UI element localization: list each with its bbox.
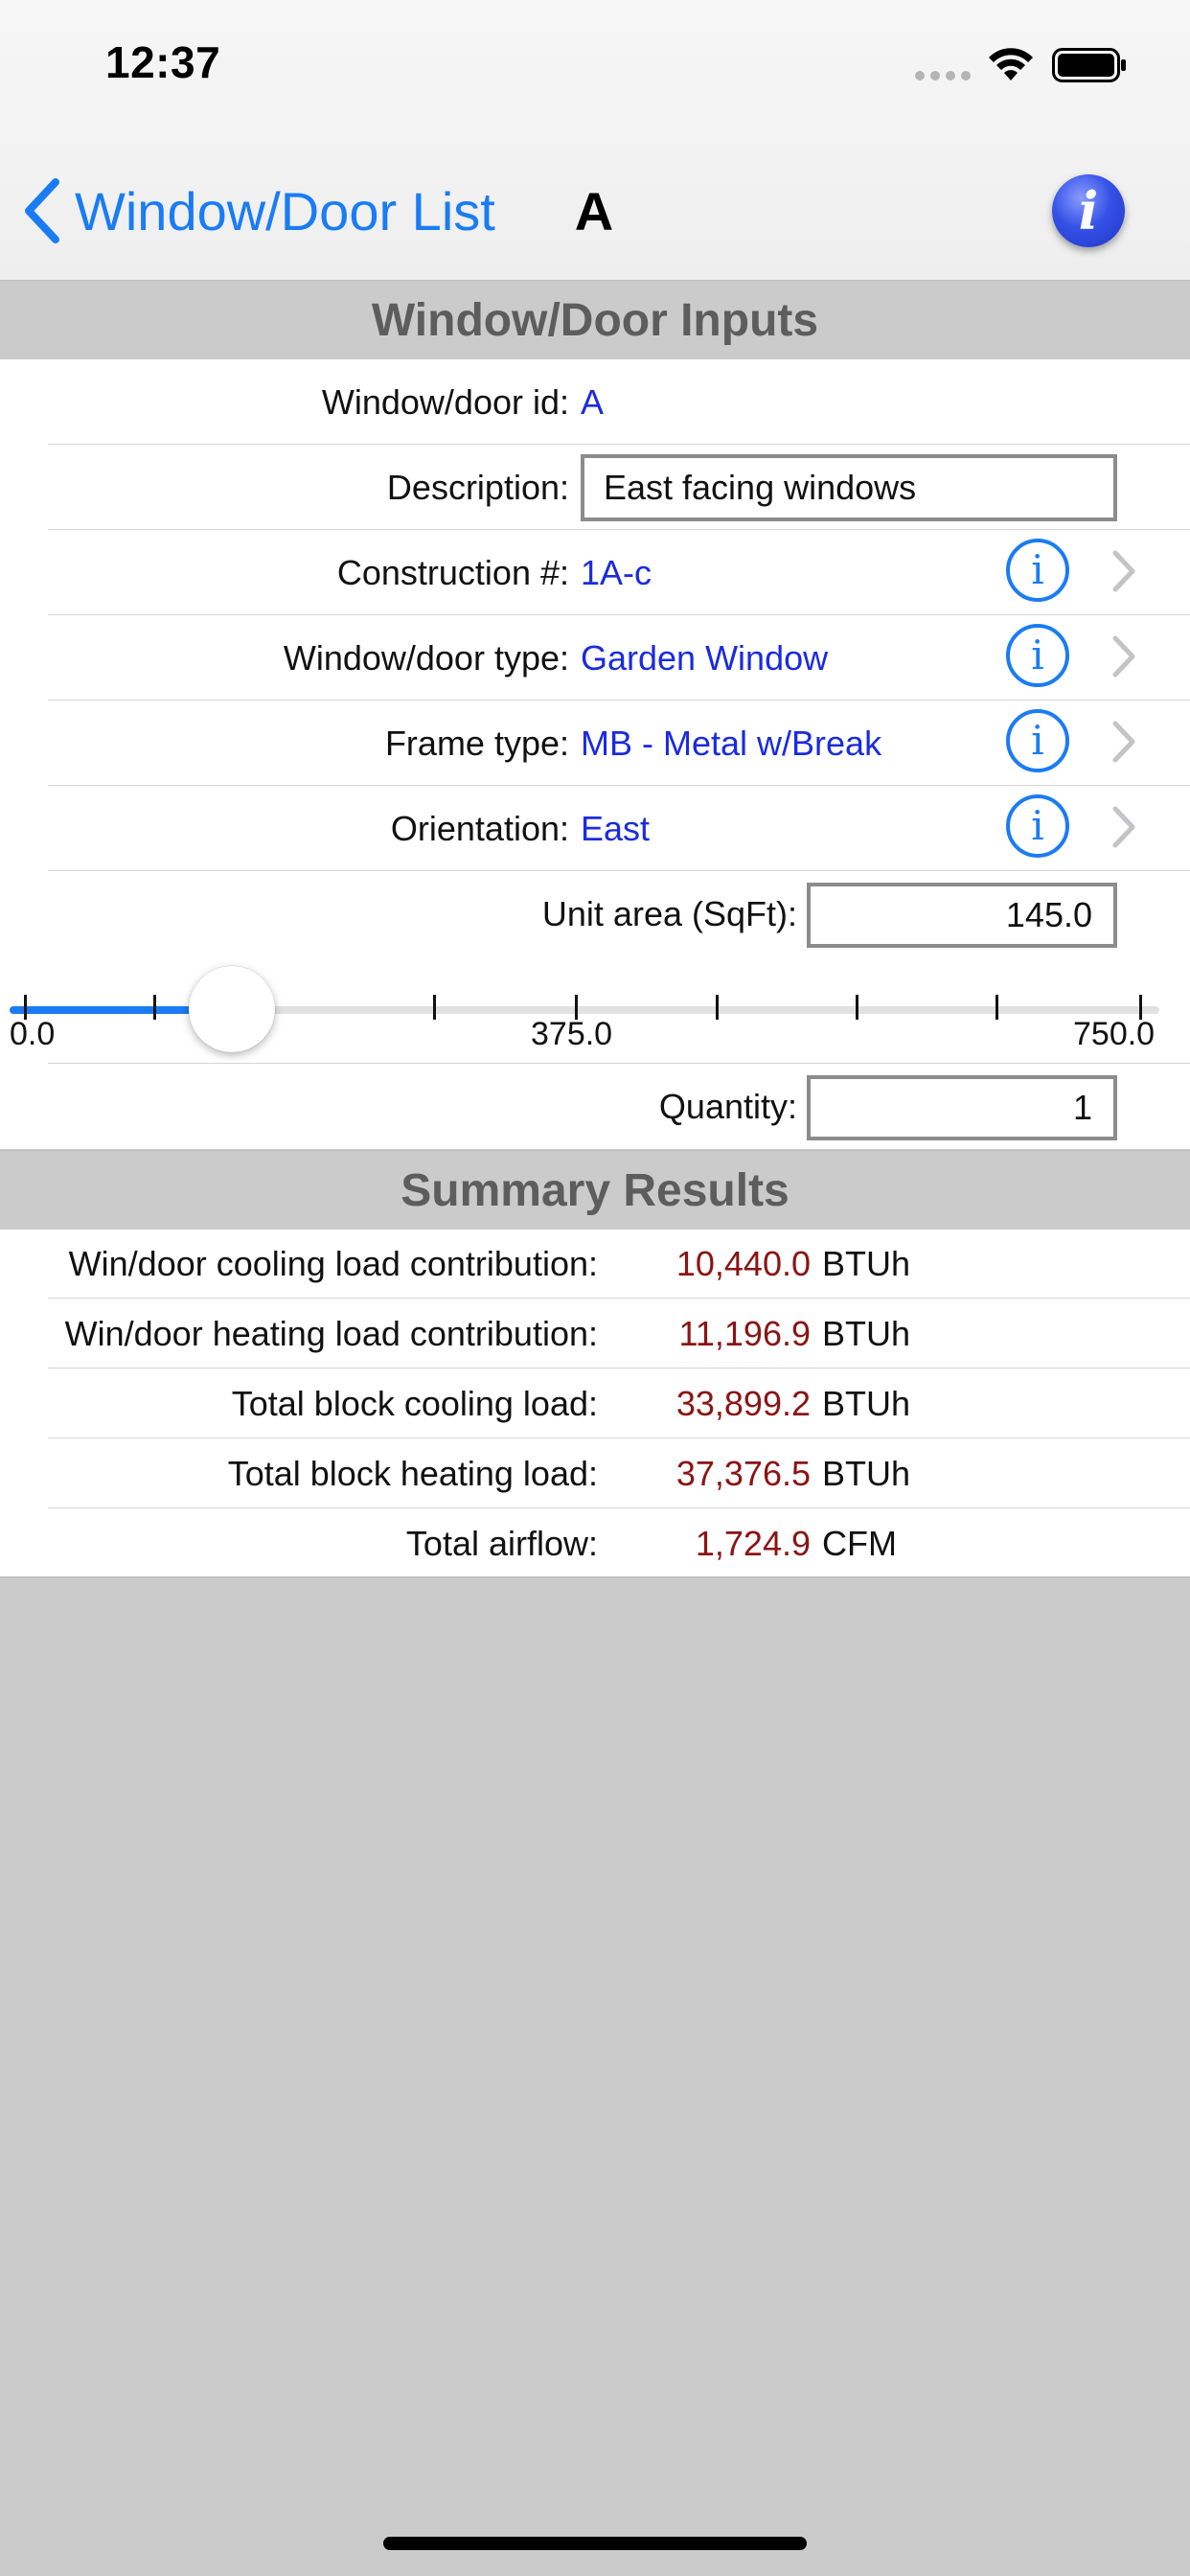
- chevron-left-icon: [25, 178, 59, 243]
- back-button[interactable]: Window/Door List: [23, 172, 495, 249]
- window-id-label: Window/door id:: [321, 382, 569, 422]
- frame-type-label: Frame type:: [384, 724, 569, 763]
- summary-row-value: 10,440.0: [675, 1244, 811, 1283]
- info-button[interactable]: i: [1052, 174, 1125, 247]
- summary-row-value: 37,376.5: [675, 1454, 811, 1493]
- window-id-value: A: [581, 382, 605, 422]
- description-row: Description: East facing windows: [0, 445, 1190, 530]
- frame-type-value: MB - Metal w/Break: [581, 724, 882, 763]
- window-type-row[interactable]: Window/door type: Garden Window i: [0, 615, 1190, 701]
- summary-row: Win/door cooling load contribution: 10,4…: [0, 1230, 1190, 1299]
- quantity-label: Quantity:: [658, 1087, 797, 1126]
- window-type-label: Window/door type:: [283, 638, 569, 678]
- unit-area-field[interactable]: 145.0: [807, 883, 1117, 948]
- orientation-info-icon[interactable]: i: [1006, 794, 1069, 858]
- summary-row-unit: BTUh: [822, 1244, 911, 1283]
- back-button-label: Window/Door List: [75, 180, 495, 242]
- orientation-value: East: [581, 809, 651, 848]
- summary-row-label: Total block cooling load:: [231, 1384, 598, 1423]
- slider-tick: [153, 995, 156, 1020]
- construction-row[interactable]: Construction #: 1A-c i: [0, 530, 1190, 615]
- page-title: A: [574, 181, 614, 242]
- summary-row-label: Win/door heating load contribution:: [64, 1314, 598, 1353]
- slider-min-label: 0.0: [10, 1016, 56, 1052]
- summary-row: Win/door heating load contribution: 11,1…: [0, 1300, 1190, 1368]
- description-field-value: East facing windows: [604, 468, 917, 507]
- summary-row-label: Total airflow:: [405, 1524, 598, 1563]
- inputs-section-header: Window/Door Inputs: [0, 280, 1190, 360]
- quantity-field-value: 1: [1072, 1088, 1092, 1127]
- cellular-signal-icon: [915, 71, 971, 80]
- summary-row-value: 33,899.2: [675, 1384, 811, 1423]
- slider-tick: [856, 995, 858, 1020]
- summary-row-unit: BTUh: [822, 1314, 911, 1353]
- slider-mid-label: 375.0: [531, 1016, 613, 1052]
- battery-icon: [1052, 48, 1126, 82]
- unit-area-slider[interactable]: 0.0 375.0 750.0: [0, 958, 1190, 1064]
- summary-row-value: 11,196.9: [678, 1314, 811, 1353]
- construction-value: 1A-c: [581, 553, 652, 592]
- summary-row-label: Total block heating load:: [227, 1454, 598, 1493]
- unit-area-row: Unit area (SqFt): 145.0: [0, 871, 1190, 956]
- slider-max-label: 750.0: [1073, 1016, 1156, 1052]
- summary-section-header: Summary Results: [0, 1150, 1190, 1230]
- construction-info-icon[interactable]: i: [1006, 539, 1069, 602]
- slider-thumb[interactable]: [189, 966, 275, 1052]
- description-field[interactable]: East facing windows: [581, 454, 1117, 521]
- window-id-row: Window/door id: A: [0, 359, 1190, 445]
- status-time: 12:37: [105, 37, 221, 87]
- slider-tick: [716, 995, 719, 1020]
- frame-type-row[interactable]: Frame type: MB - Metal w/Break i: [0, 701, 1190, 786]
- summary-row-label: Win/door cooling load contribution:: [68, 1244, 598, 1283]
- summary-row-value: 1,724.9: [695, 1524, 811, 1563]
- unit-area-label: Unit area (SqFt):: [541, 894, 797, 933]
- slider-tick: [995, 995, 998, 1020]
- window-type-value: Garden Window: [581, 638, 829, 678]
- slider-tick: [433, 995, 436, 1020]
- summary-row-unit: BTUh: [822, 1454, 911, 1493]
- home-indicator[interactable]: [383, 2537, 807, 2550]
- window-type-info-icon[interactable]: i: [1006, 624, 1069, 687]
- quantity-row: Quantity: 1: [0, 1064, 1190, 1149]
- chevron-right-icon: [1112, 635, 1135, 678]
- navigation-header: 12:37 Window/Door List A i: [0, 0, 1190, 280]
- summary-row: Total block heating load: 37,376.5 BTUh: [0, 1439, 1190, 1508]
- frame-type-info-icon[interactable]: i: [1006, 709, 1069, 772]
- construction-label: Construction #:: [336, 553, 569, 592]
- summary-row: Total block cooling load: 33,899.2 BTUh: [0, 1369, 1190, 1438]
- summary-row-unit: CFM: [822, 1524, 897, 1563]
- unit-area-field-value: 145.0: [1005, 895, 1092, 934]
- chevron-right-icon: [1112, 721, 1135, 763]
- orientation-label: Orientation:: [390, 809, 569, 848]
- wifi-icon: [989, 48, 1033, 80]
- chevron-right-icon: [1112, 550, 1135, 592]
- info-icon: i: [1078, 180, 1099, 242]
- orientation-row[interactable]: Orientation: East i: [0, 786, 1190, 871]
- quantity-field[interactable]: 1: [807, 1075, 1117, 1140]
- summary-row: Total airflow: 1,724.9 CFM: [0, 1509, 1190, 1578]
- summary-row-unit: BTUh: [822, 1384, 911, 1423]
- description-label: Description:: [386, 468, 569, 507]
- chevron-right-icon: [1112, 806, 1135, 848]
